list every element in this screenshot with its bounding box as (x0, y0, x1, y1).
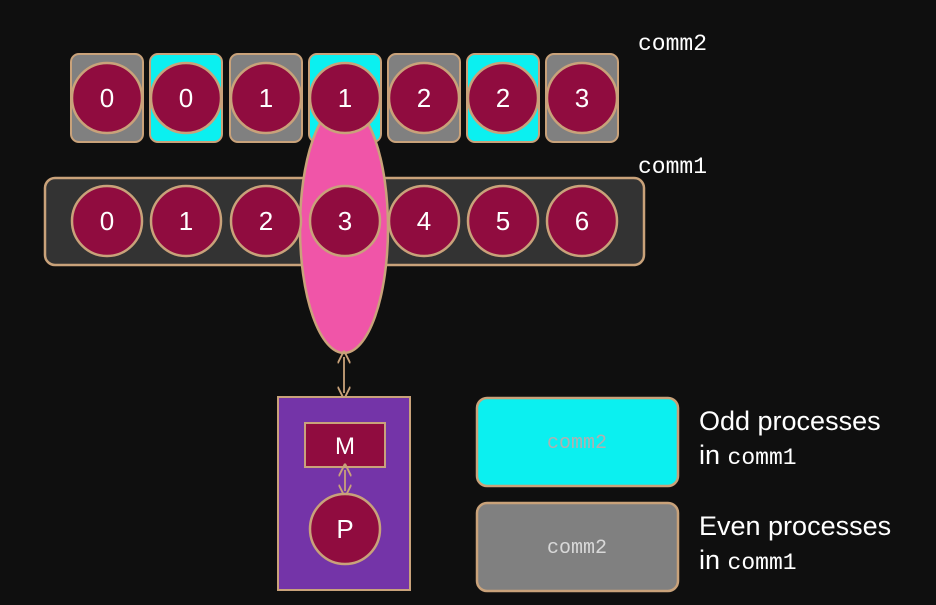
process-rank: 2 (417, 83, 431, 113)
comm1-row-label: comm1 (638, 154, 707, 180)
process-rank: 5 (496, 206, 510, 236)
legend-odd-prefix: in (699, 440, 728, 470)
legend-odd-swatch-label: comm2 (547, 432, 607, 455)
comm2-row-label: comm2 (638, 31, 707, 57)
process-rank: 3 (575, 83, 589, 113)
legend-even-swatch-label: comm2 (547, 537, 607, 560)
legend-even-code: comm1 (727, 550, 797, 576)
legend-even-line2: in comm1 (699, 543, 891, 580)
legend-even-prefix: in (699, 545, 728, 575)
process-rank: 1 (259, 83, 273, 113)
legend-odd-line2: in comm1 (699, 438, 881, 475)
process-rank: 0 (100, 206, 114, 236)
process-rank: 0 (100, 83, 114, 113)
legend-even-line1: Even processes (699, 511, 892, 541)
processor-label: P (336, 514, 353, 544)
process-rank: 3 (338, 206, 352, 236)
legend-odd-line1: Odd processes (699, 406, 881, 436)
process-rank: 0 (179, 83, 193, 113)
legend-odd-text: Odd processes in comm1 (699, 404, 881, 475)
process-rank: 1 (338, 83, 352, 113)
process-rank: 6 (575, 206, 589, 236)
memory-label: M (335, 433, 355, 460)
process-rank: 1 (179, 206, 193, 236)
process-rank: 2 (259, 206, 273, 236)
process-rank: 4 (417, 206, 431, 236)
process-rank: 2 (496, 83, 510, 113)
legend-even-text: Even processes in comm1 (699, 509, 891, 580)
legend-odd-code: comm1 (727, 445, 797, 471)
